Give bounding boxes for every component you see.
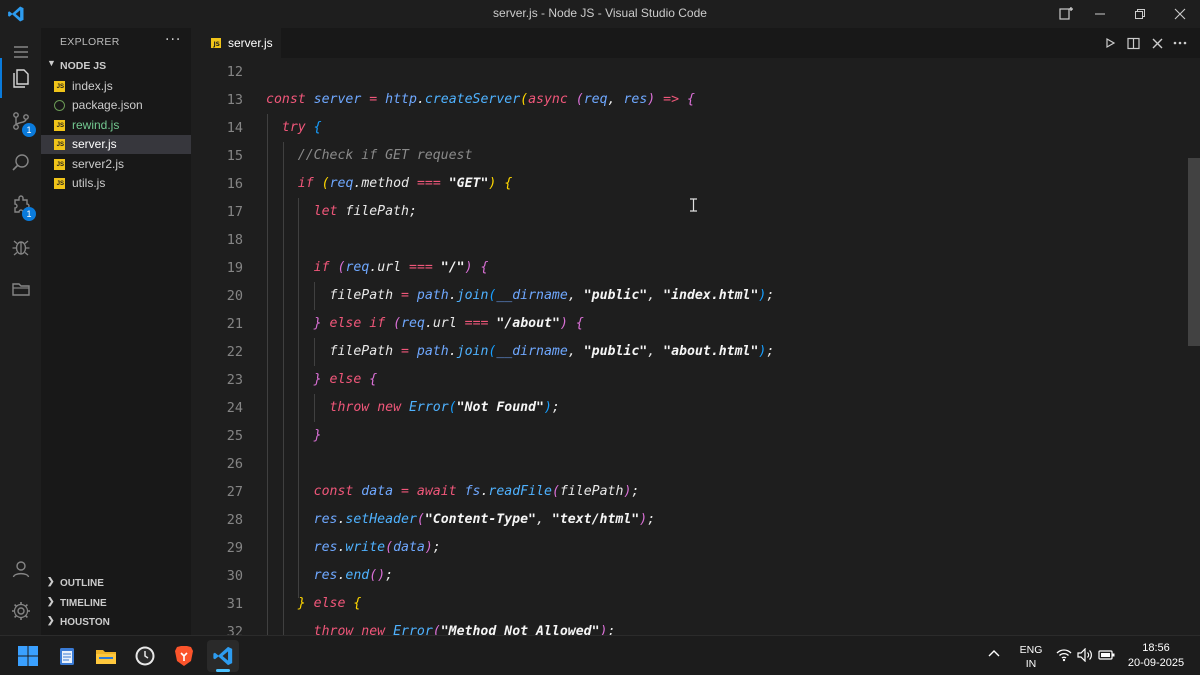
json-icon	[54, 100, 65, 112]
code-line: 13 const server = http.createServer(async…	[226, 92, 695, 108]
language-indicator[interactable]: ENG IN	[1018, 644, 1044, 670]
split-editor-icon[interactable]	[1124, 34, 1142, 52]
chevron-down-icon: ▼	[47, 58, 56, 68]
tab-server-js[interactable]: JS server.js	[191, 28, 281, 58]
code-line: 14 try {	[226, 120, 322, 136]
code-line: 19 if (req.url === "/") {	[226, 260, 489, 276]
chevron-right-icon: ❯	[47, 576, 55, 586]
file-name: utils.js	[72, 176, 106, 190]
battery-icon[interactable]	[1098, 648, 1116, 665]
more-actions-icon[interactable]: ···	[165, 32, 181, 48]
account-icon[interactable]	[0, 549, 41, 589]
chevron-right-icon: ❯	[47, 615, 55, 625]
file-item[interactable]: JS utils.js	[41, 174, 191, 193]
windows-start-icon[interactable]	[12, 640, 44, 672]
wifi-icon[interactable]	[1056, 648, 1072, 665]
file-name: index.js	[72, 79, 113, 93]
code-line: 29 res.write(data);	[226, 540, 441, 556]
outline-section[interactable]: ❯ OUTLINE	[41, 574, 191, 593]
folder-label: NODE JS	[60, 60, 107, 72]
code-line: 22 filePath = path.join(__dirname, "publ…	[226, 344, 775, 360]
window-title: server.js - Node JS - Visual Studio Code	[493, 6, 707, 20]
extensions-badge: 1	[22, 207, 36, 221]
extensions-icon[interactable]: 1	[0, 185, 41, 225]
clock[interactable]: 18:56 20-09-2025	[1124, 642, 1188, 669]
code-line: 25 }	[226, 428, 322, 444]
houston-section[interactable]: ❯ HOUSTON	[41, 613, 191, 632]
js-icon: JS	[54, 139, 65, 151]
editor-tab-bar: JS server.js	[191, 28, 1200, 58]
explorer-icon[interactable]	[0, 58, 41, 98]
source-control-icon[interactable]: 1	[0, 101, 41, 141]
js-icon: JS	[54, 178, 65, 189]
code-line: 27 const data = await fs.readFile(filePa…	[226, 484, 640, 500]
close-editor-icon[interactable]	[1148, 34, 1166, 52]
code-line: 24 throw new Error("Not Found");	[226, 400, 560, 416]
code-line: 15 //Check if GET request	[226, 148, 473, 164]
file-item[interactable]: JS rewind.js	[41, 116, 191, 135]
js-icon: JS	[211, 38, 221, 48]
run-debug-icon[interactable]	[0, 227, 41, 267]
restore-button[interactable]	[1120, 0, 1160, 28]
notepad-icon[interactable]	[51, 640, 83, 672]
activity-bar: 1 1	[0, 28, 41, 635]
code-line: 12	[226, 64, 243, 80]
js-icon: JS	[54, 158, 65, 170]
explorer-header: EXPLORER	[60, 36, 120, 48]
code-line: 26	[226, 456, 243, 472]
volume-icon[interactable]	[1077, 647, 1093, 665]
taskbar: ENG IN 18:56 20-09-2025	[0, 635, 1200, 675]
brave-browser-icon[interactable]	[168, 640, 200, 672]
file-name: package.json	[72, 98, 143, 113]
run-icon[interactable]	[1101, 34, 1119, 52]
search-icon[interactable]	[0, 143, 41, 183]
file-item[interactable]: JS index.js	[41, 77, 191, 96]
js-icon: JS	[54, 81, 65, 92]
title-bar: server.js - Node JS - Visual Studio Code	[0, 0, 1200, 28]
code-line: 18	[226, 232, 243, 248]
code-line: 20 filePath = path.join(__dirname, "publ…	[226, 288, 775, 304]
code-line: 31 } else {	[226, 596, 362, 612]
js-icon: JS	[54, 119, 65, 131]
file-name: server.js	[72, 137, 117, 152]
file-item[interactable]: JS server.js	[41, 135, 191, 155]
chevron-up-icon[interactable]	[988, 648, 1000, 661]
code-line: 23 } else {	[226, 372, 378, 388]
editor-scrollbar[interactable]	[1188, 158, 1200, 346]
close-button[interactable]	[1160, 0, 1200, 28]
more-actions-icon[interactable]	[1171, 34, 1189, 52]
minimize-button[interactable]	[1080, 0, 1120, 28]
code-editor[interactable]: 12 13 const server = http.createServer(as…	[191, 58, 1200, 635]
file-item[interactable]: package.json	[41, 96, 191, 115]
folder-node-js[interactable]: ▼ NODE JS	[41, 57, 191, 76]
explorer-sidebar: EXPLORER ··· ▼ NODE JS JS index.js package…	[41, 28, 191, 635]
chevron-right-icon: ❯	[47, 596, 55, 606]
file-name: server2.js	[72, 156, 125, 171]
vscode-taskbar-icon[interactable]	[207, 640, 239, 672]
scm-badge: 1	[22, 123, 36, 137]
timeline-section[interactable]: ❯ TIMELINE	[41, 594, 191, 613]
text-cursor-icon	[690, 198, 697, 212]
file-item[interactable]: JS server2.js	[41, 155, 191, 174]
clock-app-icon[interactable]	[129, 640, 161, 672]
folder-icon[interactable]	[0, 269, 41, 309]
code-line: 28 res.setHeader("Content-Type", "text/h…	[226, 512, 656, 528]
tab-label: server.js	[228, 36, 273, 50]
code-line: 32 throw new Error("Method Not Allowed")…	[226, 624, 616, 635]
settings-gear-icon[interactable]	[0, 591, 41, 631]
code-line: 30 res.end();	[226, 568, 394, 584]
file-name: rewind.js	[72, 117, 120, 132]
code-line: 21 } else if (req.url === "/about") {	[226, 316, 584, 332]
file-explorer-icon[interactable]	[90, 640, 122, 672]
